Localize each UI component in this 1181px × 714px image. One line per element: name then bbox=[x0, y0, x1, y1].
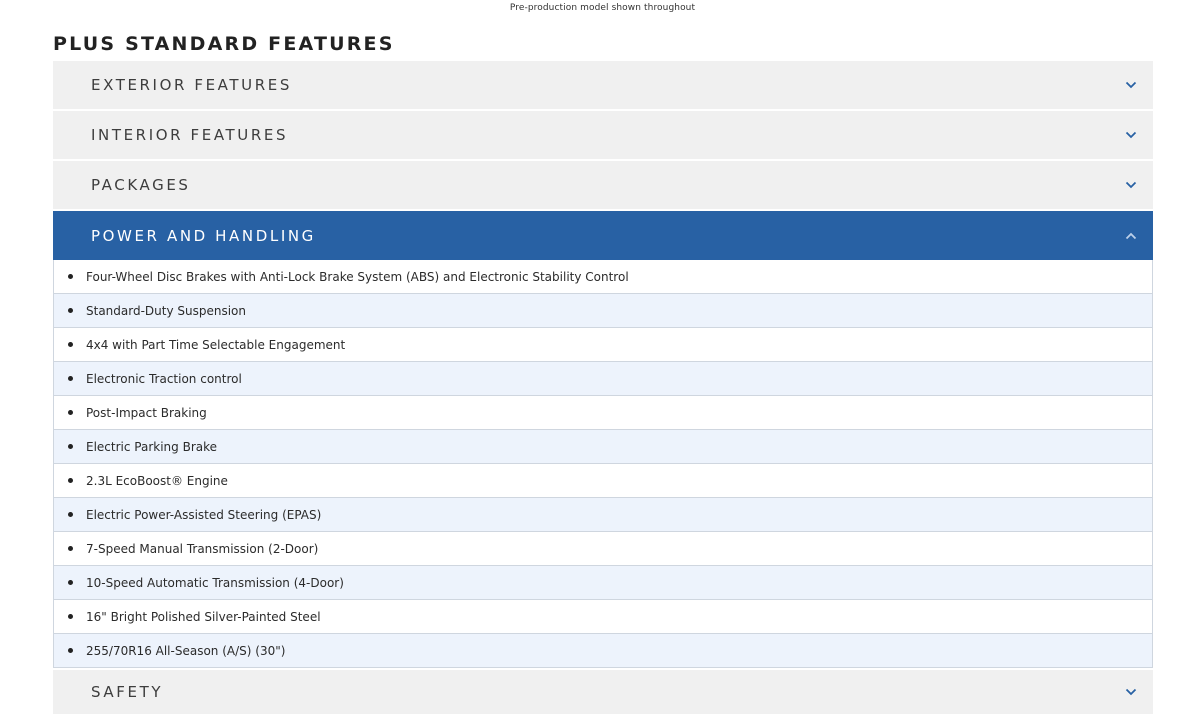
accordion-label: SAFETY bbox=[91, 683, 164, 701]
list-item: 4x4 with Part Time Selectable Engagement bbox=[54, 328, 1152, 362]
accordion-label: INTERIOR FEATURES bbox=[91, 126, 289, 144]
bullet-icon bbox=[68, 478, 73, 483]
bullet-icon bbox=[68, 580, 73, 585]
list-item-text: Standard-Duty Suspension bbox=[86, 303, 247, 318]
list-item-text: Post-Impact Braking bbox=[86, 405, 207, 420]
features-accordion: EXTERIOR FEATURES INTERIOR FEATURES PACK… bbox=[53, 61, 1153, 714]
chevron-up-icon bbox=[1123, 228, 1139, 244]
chevron-down-icon bbox=[1123, 127, 1139, 143]
chevron-down-icon bbox=[1123, 684, 1139, 700]
pre-production-caption: Pre-production model shown throughout bbox=[509, 3, 696, 13]
features-page: Pre-production model shown throughout PL… bbox=[0, 0, 1181, 714]
list-item: 16" Bright Polished Silver-Painted Steel bbox=[54, 600, 1152, 634]
bullet-icon bbox=[68, 274, 73, 279]
accordion-label: PACKAGES bbox=[91, 176, 191, 194]
list-item-text: Electric Parking Brake bbox=[86, 439, 218, 454]
chevron-down-icon bbox=[1123, 177, 1139, 193]
list-item-text: 4x4 with Part Time Selectable Engagement bbox=[86, 337, 346, 352]
accordion-exterior-features[interactable]: EXTERIOR FEATURES bbox=[53, 61, 1153, 109]
list-item: 2.3L EcoBoost® Engine bbox=[54, 464, 1152, 498]
bullet-icon bbox=[68, 512, 73, 517]
chevron-down-icon bbox=[1123, 77, 1139, 93]
section-title: PLUS STANDARD FEATURES bbox=[53, 33, 395, 55]
list-item: 255/70R16 All-Season (A/S) (30") bbox=[54, 634, 1152, 668]
list-item: Electric Parking Brake bbox=[54, 430, 1152, 464]
power-and-handling-list: Four-Wheel Disc Brakes with Anti-Lock Br… bbox=[53, 260, 1153, 668]
accordion-power-and-handling[interactable]: POWER AND HANDLING bbox=[53, 211, 1153, 260]
bullet-icon bbox=[68, 342, 73, 347]
list-item-text: Electric Power-Assisted Steering (EPAS) bbox=[86, 507, 322, 522]
list-item: Standard-Duty Suspension bbox=[54, 294, 1152, 328]
list-item-text: Four-Wheel Disc Brakes with Anti-Lock Br… bbox=[86, 269, 629, 284]
list-item-text: 16" Bright Polished Silver-Painted Steel bbox=[86, 609, 321, 624]
list-item: 7-Speed Manual Transmission (2-Door) bbox=[54, 532, 1152, 566]
bullet-icon bbox=[68, 648, 73, 653]
list-item-text: 7-Speed Manual Transmission (2-Door) bbox=[86, 541, 319, 556]
bullet-icon bbox=[68, 546, 73, 551]
accordion-label: POWER AND HANDLING bbox=[91, 226, 316, 245]
list-item-text: 2.3L EcoBoost® Engine bbox=[86, 473, 228, 488]
bullet-icon bbox=[68, 410, 73, 415]
accordion-packages[interactable]: PACKAGES bbox=[53, 161, 1153, 209]
list-item-text: 255/70R16 All-Season (A/S) (30") bbox=[86, 643, 286, 658]
accordion-safety[interactable]: SAFETY bbox=[53, 670, 1153, 714]
list-item: Four-Wheel Disc Brakes with Anti-Lock Br… bbox=[54, 260, 1152, 294]
accordion-label: EXTERIOR FEATURES bbox=[91, 76, 292, 94]
list-item: Electric Power-Assisted Steering (EPAS) bbox=[54, 498, 1152, 532]
list-item: Post-Impact Braking bbox=[54, 396, 1152, 430]
list-item: Electronic Traction control bbox=[54, 362, 1152, 396]
accordion-interior-features[interactable]: INTERIOR FEATURES bbox=[53, 111, 1153, 159]
bullet-icon bbox=[68, 308, 73, 313]
list-item: 10-Speed Automatic Transmission (4-Door) bbox=[54, 566, 1152, 600]
list-item-text: Electronic Traction control bbox=[86, 371, 242, 386]
bullet-icon bbox=[68, 614, 73, 619]
list-item-text: 10-Speed Automatic Transmission (4-Door) bbox=[86, 575, 344, 590]
bullet-icon bbox=[68, 444, 73, 449]
bullet-icon bbox=[68, 376, 73, 381]
